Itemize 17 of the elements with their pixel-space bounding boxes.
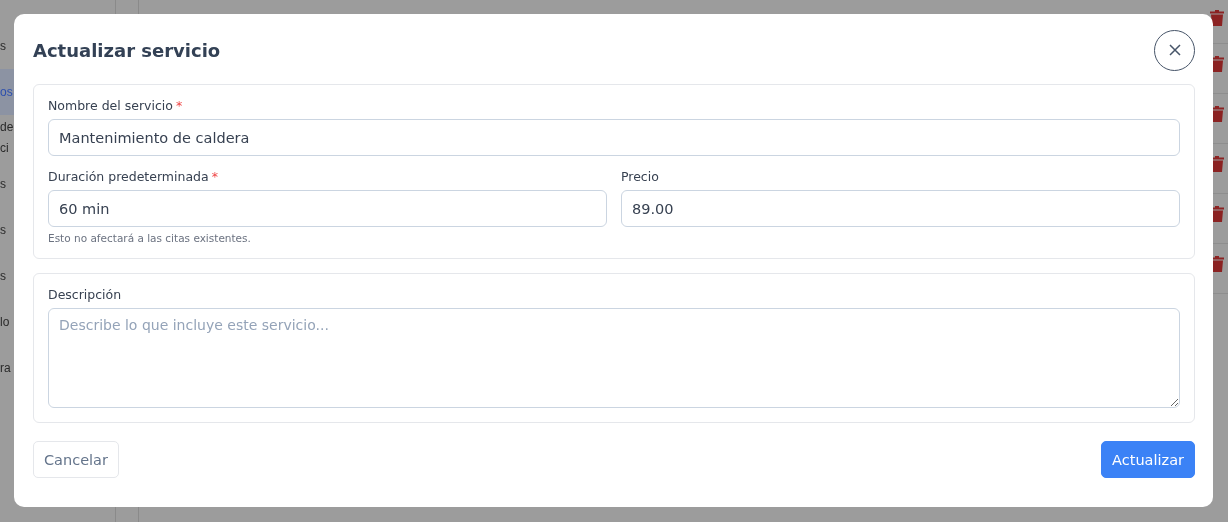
close-icon bbox=[1168, 44, 1181, 56]
field-label: Descripción bbox=[48, 287, 123, 302]
close-button[interactable] bbox=[1154, 29, 1195, 71]
input-field[interactable]: 89.00 bbox=[621, 190, 1180, 227]
hint-text: Esto no afectará a las citas existentes. bbox=[48, 232, 252, 244]
cancel-button[interactable]: Cancelar bbox=[33, 441, 119, 478]
description-field[interactable]: Describe lo que incluye este servicio... bbox=[48, 308, 1180, 408]
field-label: Precio bbox=[621, 169, 659, 184]
trash-icon[interactable] bbox=[1210, 10, 1224, 26]
field-label: Duración predeterminada bbox=[48, 169, 209, 184]
required-mark: * bbox=[175, 98, 183, 113]
field-label: Nombre del servicio bbox=[48, 98, 173, 113]
input-field[interactable]: Mantenimiento de caldera bbox=[48, 119, 1180, 156]
dialog-title: Actualizar servicio bbox=[33, 39, 221, 61]
update-button[interactable]: Actualizar bbox=[1101, 441, 1195, 478]
required-mark: * bbox=[211, 169, 218, 184]
input-field[interactable]: 60 min bbox=[48, 190, 607, 227]
